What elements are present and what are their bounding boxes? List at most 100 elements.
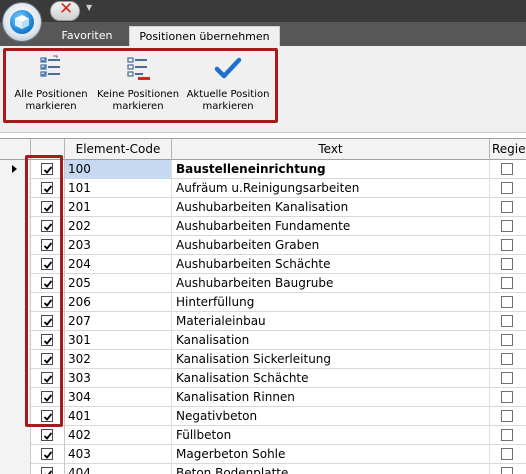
element-code-cell[interactable]: 302 xyxy=(65,350,172,369)
tab-favoriten[interactable]: Favoriten xyxy=(52,26,122,46)
row-select-cell[interactable] xyxy=(31,312,65,331)
regie-checkbox[interactable] xyxy=(501,163,513,175)
row-select-cell[interactable] xyxy=(31,179,65,198)
regie-checkbox[interactable] xyxy=(501,220,513,232)
row-select-cell[interactable] xyxy=(31,236,65,255)
element-code-cell[interactable]: 101 xyxy=(65,179,172,198)
table-row[interactable]: 201 Aushubarbeiten Kanalisation xyxy=(0,198,526,217)
table-row[interactable]: 205 Aushubarbeiten Baugrube xyxy=(0,274,526,293)
text-cell[interactable]: Beton Bodenplatte xyxy=(172,464,490,474)
regie-cell[interactable] xyxy=(490,217,526,236)
row-indicator[interactable] xyxy=(0,464,31,474)
table-row[interactable]: 100 Baustelleneinrichtung xyxy=(0,160,526,179)
row-select-checkbox[interactable] xyxy=(41,296,53,308)
text-cell[interactable]: Aushubarbeiten Graben xyxy=(172,236,490,255)
regie-cell[interactable] xyxy=(490,464,526,474)
table-row[interactable]: 101 Aufräum u.Reinigungsarbeiten xyxy=(0,179,526,198)
row-select-checkbox[interactable] xyxy=(41,220,53,232)
row-select-checkbox[interactable] xyxy=(41,182,53,194)
regie-checkbox[interactable] xyxy=(501,372,513,384)
table-row[interactable]: 202 Aushubarbeiten Fundamente xyxy=(0,217,526,236)
row-indicator[interactable] xyxy=(0,350,31,369)
regie-cell[interactable] xyxy=(490,426,526,445)
row-indicator[interactable] xyxy=(0,274,31,293)
row-indicator[interactable] xyxy=(0,236,31,255)
regie-checkbox[interactable] xyxy=(501,391,513,403)
regie-cell[interactable] xyxy=(490,293,526,312)
regie-checkbox[interactable] xyxy=(501,315,513,327)
regie-cell[interactable] xyxy=(490,255,526,274)
table-row[interactable]: 402 Füllbeton xyxy=(0,426,526,445)
regie-cell[interactable] xyxy=(490,198,526,217)
text-cell[interactable]: Aushubarbeiten Schächte xyxy=(172,255,490,274)
text-cell[interactable]: Negativbeton xyxy=(172,407,490,426)
element-code-cell[interactable]: 204 xyxy=(65,255,172,274)
row-select-checkbox[interactable] xyxy=(41,334,53,346)
regie-checkbox[interactable] xyxy=(501,353,513,365)
row-select-checkbox[interactable] xyxy=(41,448,53,460)
regie-checkbox[interactable] xyxy=(501,448,513,460)
row-select-checkbox[interactable] xyxy=(41,239,53,251)
text-cell[interactable]: Materialeinbau xyxy=(172,312,490,331)
element-code-cell[interactable]: 303 xyxy=(65,369,172,388)
row-select-cell[interactable] xyxy=(31,331,65,350)
text-cell[interactable]: Aushubarbeiten Kanalisation xyxy=(172,198,490,217)
regie-checkbox[interactable] xyxy=(501,182,513,194)
mark-all-positions-button[interactable]: Alle Positionen markieren xyxy=(8,51,94,121)
row-indicator[interactable] xyxy=(0,293,31,312)
row-indicator[interactable] xyxy=(0,388,31,407)
table-row[interactable]: 207 Materialeinbau xyxy=(0,312,526,331)
regie-cell[interactable] xyxy=(490,160,526,179)
row-select-checkbox[interactable] xyxy=(41,201,53,213)
regie-cell[interactable] xyxy=(490,312,526,331)
row-indicator[interactable] xyxy=(0,445,31,464)
element-code-column-header[interactable]: Element-Code xyxy=(65,139,172,160)
text-column-header[interactable]: Text xyxy=(172,139,490,160)
row-select-cell[interactable] xyxy=(31,217,65,236)
row-select-checkbox[interactable] xyxy=(41,315,53,327)
table-row[interactable]: 203 Aushubarbeiten Graben xyxy=(0,236,526,255)
quick-access-dropdown-icon[interactable]: ▼ xyxy=(86,3,92,12)
table-row[interactable]: 403 Magerbeton Sohle xyxy=(0,445,526,464)
regie-cell[interactable] xyxy=(490,369,526,388)
row-select-checkbox[interactable] xyxy=(41,467,53,474)
text-cell[interactable]: Aufräum u.Reinigungsarbeiten xyxy=(172,179,490,198)
element-code-cell[interactable]: 404 xyxy=(65,464,172,474)
element-code-cell[interactable]: 201 xyxy=(65,198,172,217)
row-select-cell[interactable] xyxy=(31,255,65,274)
regie-column-header[interactable]: Regie xyxy=(490,139,526,160)
regie-cell[interactable] xyxy=(490,350,526,369)
element-code-cell[interactable]: 304 xyxy=(65,388,172,407)
regie-cell[interactable] xyxy=(490,179,526,198)
row-select-checkbox[interactable] xyxy=(41,410,53,422)
regie-checkbox[interactable] xyxy=(501,239,513,251)
regie-checkbox[interactable] xyxy=(501,334,513,346)
table-row[interactable]: 304 Kanalisation Rinnen xyxy=(0,388,526,407)
element-code-cell[interactable]: 206 xyxy=(65,293,172,312)
row-select-cell[interactable] xyxy=(31,388,65,407)
regie-cell[interactable] xyxy=(490,236,526,255)
row-select-cell[interactable] xyxy=(31,464,65,474)
regie-checkbox[interactable] xyxy=(501,258,513,270)
table-row[interactable]: 404 Beton Bodenplatte xyxy=(0,464,526,474)
text-cell[interactable]: Aushubarbeiten Fundamente xyxy=(172,217,490,236)
row-select-cell[interactable] xyxy=(31,445,65,464)
row-select-cell[interactable] xyxy=(31,160,65,179)
text-cell[interactable]: Füllbeton xyxy=(172,426,490,445)
regie-cell[interactable] xyxy=(490,331,526,350)
table-row[interactable]: 401 Negativbeton xyxy=(0,407,526,426)
element-code-cell[interactable]: 403 xyxy=(65,445,172,464)
regie-cell[interactable] xyxy=(490,407,526,426)
regie-checkbox[interactable] xyxy=(501,277,513,289)
row-indicator[interactable] xyxy=(0,217,31,236)
element-code-cell[interactable]: 301 xyxy=(65,331,172,350)
text-cell[interactable]: Kanalisation xyxy=(172,331,490,350)
table-row[interactable]: 302 Kanalisation Sickerleitung xyxy=(0,350,526,369)
row-select-checkbox[interactable] xyxy=(41,163,53,175)
row-select-cell[interactable] xyxy=(31,369,65,388)
application-menu-button[interactable] xyxy=(2,2,42,42)
table-row[interactable]: 206 Hinterfüllung xyxy=(0,293,526,312)
text-cell[interactable]: Magerbeton Sohle xyxy=(172,445,490,464)
element-code-cell[interactable]: 202 xyxy=(65,217,172,236)
regie-cell[interactable] xyxy=(490,388,526,407)
